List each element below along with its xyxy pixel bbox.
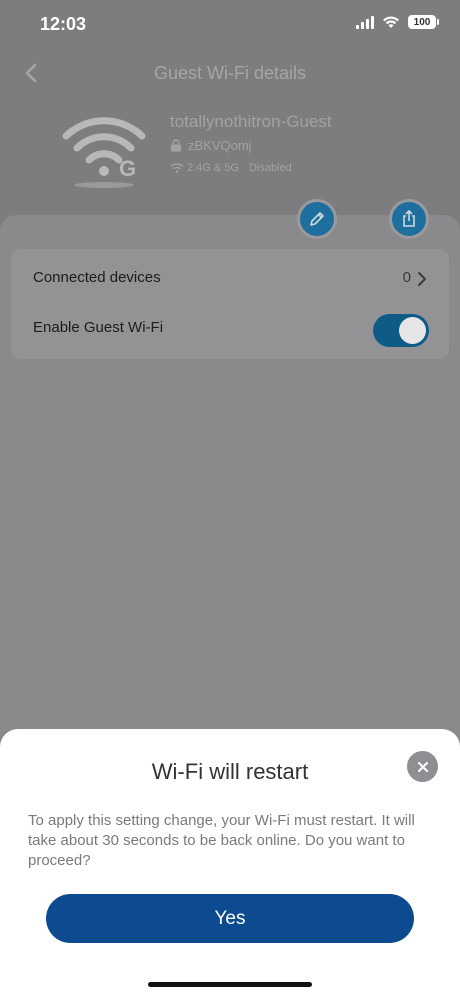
battery-icon: 100 [408, 15, 439, 29]
nav-bar: Guest Wi-Fi details [0, 55, 460, 95]
share-icon [403, 210, 415, 227]
network-header: G totallynothitron-Guest zBKVQomj 2.4G &… [0, 100, 460, 210]
status-time: 12:03 [40, 14, 87, 34]
network-ssid: totallynothitron-Guest [170, 112, 332, 131]
dialog-message: To apply this setting change, your Wi-Fi… [28, 812, 415, 869]
wifi-status-icon [383, 16, 399, 28]
status-bar: 12:03 100 [0, 0, 460, 50]
restart-dialog: Wi-Fi will restart To apply this setting… [0, 729, 460, 996]
toggle-knob [399, 317, 426, 344]
guest-wifi-logo-icon: G [62, 117, 146, 188]
connected-devices-row[interactable]: Connected devices 0 [11, 254, 449, 304]
network-status: Disabled [248, 162, 292, 174]
enable-guest-toggle[interactable] [373, 314, 429, 347]
edit-button[interactable] [297, 199, 337, 239]
close-icon [417, 761, 428, 772]
enable-guest-row: Enable Guest Wi-Fi [11, 304, 449, 354]
band-row: 2.4G & 5G Disabled [170, 162, 292, 174]
cellular-signal-icon [356, 15, 374, 29]
page-title: Guest Wi-Fi details [153, 63, 307, 83]
pencil-icon [310, 212, 324, 226]
close-button[interactable] [407, 751, 438, 782]
logo-letter: G [119, 156, 136, 181]
connected-devices-count: 0 [402, 269, 411, 286]
share-button[interactable] [389, 199, 429, 239]
connected-devices-label: Connected devices [33, 269, 161, 286]
chevron-right-icon [418, 272, 426, 286]
status-icons: 100 [356, 15, 439, 29]
band-info: 2.4G & 5G [170, 162, 239, 174]
network-password: zBKVQomj [188, 138, 252, 153]
lock-icon [171, 139, 181, 152]
settings-card: Connected devices 0 Enable Guest Wi-Fi [11, 249, 449, 359]
wifi-band-icon [170, 163, 184, 173]
network-bands: 2.4G & 5G [187, 162, 239, 174]
dialog-title: Wi-Fi will restart [151, 759, 309, 784]
yes-button[interactable]: Yes [46, 894, 414, 943]
home-indicator [148, 982, 312, 987]
password-row: zBKVQomj [170, 138, 252, 153]
enable-guest-label: Enable Guest Wi-Fi [33, 319, 164, 336]
